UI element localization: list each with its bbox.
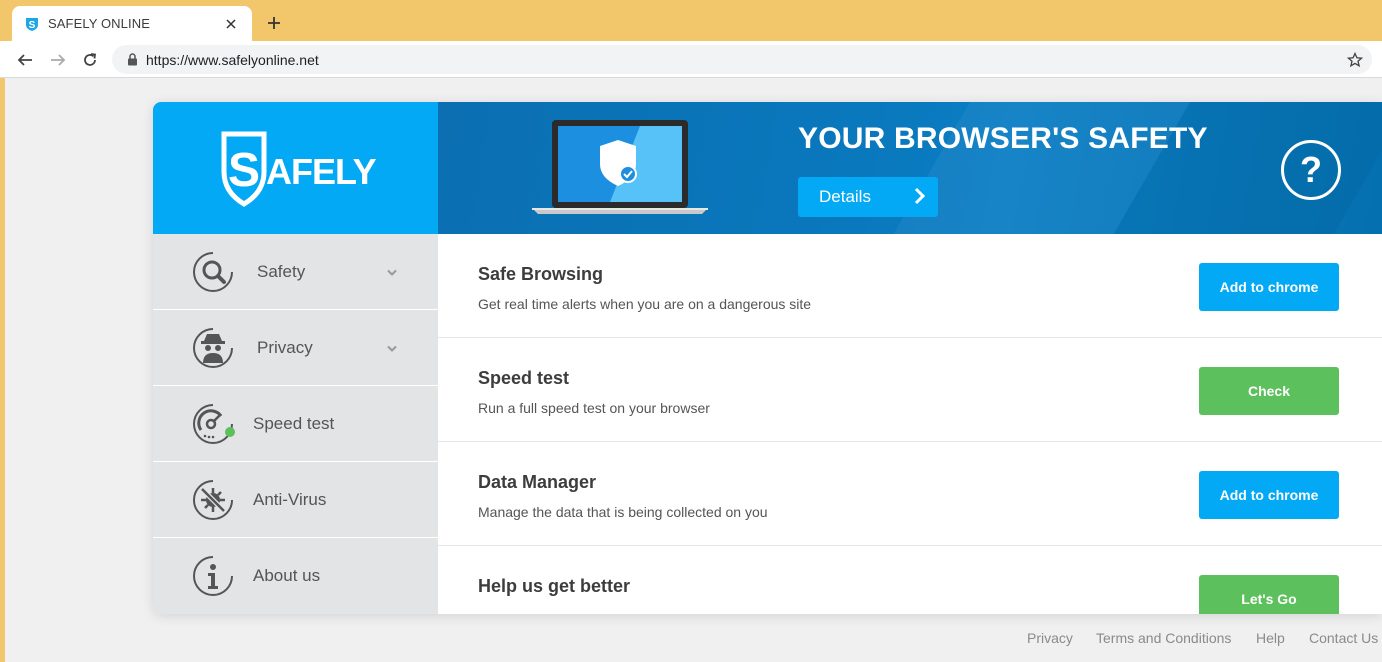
- add-to-chrome-button[interactable]: Add to chrome: [1199, 263, 1339, 311]
- details-label: Details: [819, 187, 871, 206]
- sidebar-item-anti-virus[interactable]: Anti-Virus: [153, 462, 438, 538]
- sidebar-item-privacy[interactable]: Privacy: [153, 310, 438, 386]
- feature-title: Safe Browsing: [478, 264, 604, 284]
- tab-strip: S SAFELY ONLINE: [0, 0, 1382, 41]
- sidebar-item-label: Anti-Virus: [253, 489, 327, 509]
- footer-link-terms[interactable]: Terms and Conditions: [1096, 630, 1231, 646]
- footer-link-help[interactable]: Help: [1256, 630, 1285, 646]
- feature-title: Speed test: [478, 368, 570, 388]
- url-text: https://www.safelyonline.net: [146, 51, 319, 68]
- tab-title: SAFELY ONLINE: [48, 16, 150, 31]
- feature-description: Run a full speed test on your browser: [478, 400, 710, 416]
- help-button[interactable]: ?: [1281, 140, 1341, 200]
- lets-go-button[interactable]: Let's Go: [1199, 575, 1339, 614]
- spy-icon: [193, 328, 233, 368]
- new-tab-icon[interactable]: [262, 11, 286, 35]
- close-tab-icon[interactable]: [222, 15, 240, 33]
- svg-text:S: S: [227, 144, 259, 197]
- browser-tab[interactable]: S SAFELY ONLINE: [12, 6, 252, 41]
- sidebar-item-speed-test[interactable]: Speed test: [153, 386, 438, 462]
- bookmark-star-icon[interactable]: [1344, 49, 1366, 71]
- details-button[interactable]: Details: [798, 177, 938, 217]
- sidebar-item-label: Safety: [257, 261, 306, 281]
- forward-arrow-icon[interactable]: [45, 47, 71, 73]
- add-to-chrome-button[interactable]: Add to chrome: [1199, 471, 1339, 519]
- feature-help-us: Help us get better Let's Go: [438, 546, 1382, 614]
- chevron-down-icon: [386, 264, 398, 282]
- sidebar-item-label: About us: [253, 566, 321, 585]
- app-card: S AFELY YOUR BROWSER'S SAFETY Details ?: [153, 102, 1382, 614]
- feature-speed-test: Speed test Run a full speed test on your…: [438, 338, 1382, 442]
- banner: YOUR BROWSER'S SAFETY Details ?: [438, 102, 1382, 234]
- laptop-shield-illustration: [532, 120, 708, 214]
- svg-text:S: S: [29, 20, 36, 31]
- logo-text: AFELY: [266, 151, 376, 192]
- feature-data-manager: Data Manager Manage the data that is bei…: [438, 442, 1382, 546]
- speedometer-icon: [193, 404, 235, 444]
- feature-title: Help us get better: [478, 576, 631, 596]
- sidebar-item-label: Privacy: [257, 337, 313, 357]
- feature-description: Get real time alerts when you are on a d…: [478, 296, 812, 312]
- reload-icon[interactable]: [77, 47, 103, 73]
- sidebar-item-safety[interactable]: Safety: [153, 234, 438, 310]
- banner-title: YOUR BROWSER'S SAFETY: [798, 122, 1208, 155]
- feature-list: Safe Browsing Get real time alerts when …: [438, 234, 1382, 614]
- footer-link-privacy[interactable]: Privacy: [1027, 630, 1073, 646]
- address-bar[interactable]: https://www.safelyonline.net: [112, 45, 1372, 74]
- check-button[interactable]: Check: [1199, 367, 1339, 415]
- sidebar: Safety Privacy Speed test Anti-Virus Abo…: [153, 234, 438, 614]
- safely-logo: S AFELY: [221, 131, 376, 207]
- feature-safe-browsing: Safe Browsing Get real time alerts when …: [438, 234, 1382, 338]
- info-icon: [193, 556, 233, 596]
- back-arrow-icon[interactable]: [12, 47, 38, 73]
- sidebar-item-label: Speed test: [253, 413, 335, 433]
- logo-panel: S AFELY: [153, 102, 438, 234]
- browser-toolbar: https://www.safelyonline.net: [0, 41, 1382, 78]
- search-icon: [193, 252, 233, 292]
- safely-favicon-icon: S: [24, 16, 40, 32]
- svg-text:AFELY: AFELY: [266, 151, 376, 192]
- lock-icon: [124, 52, 140, 68]
- feature-description: Manage the data that is being collected …: [478, 504, 768, 520]
- chevron-right-icon: [914, 187, 926, 210]
- chevron-down-icon: [386, 340, 398, 358]
- feature-title: Data Manager: [478, 472, 597, 492]
- footer-link-contact[interactable]: Contact Us: [1309, 630, 1378, 646]
- no-virus-icon: [193, 480, 233, 520]
- sidebar-item-about-us[interactable]: About us: [153, 538, 438, 614]
